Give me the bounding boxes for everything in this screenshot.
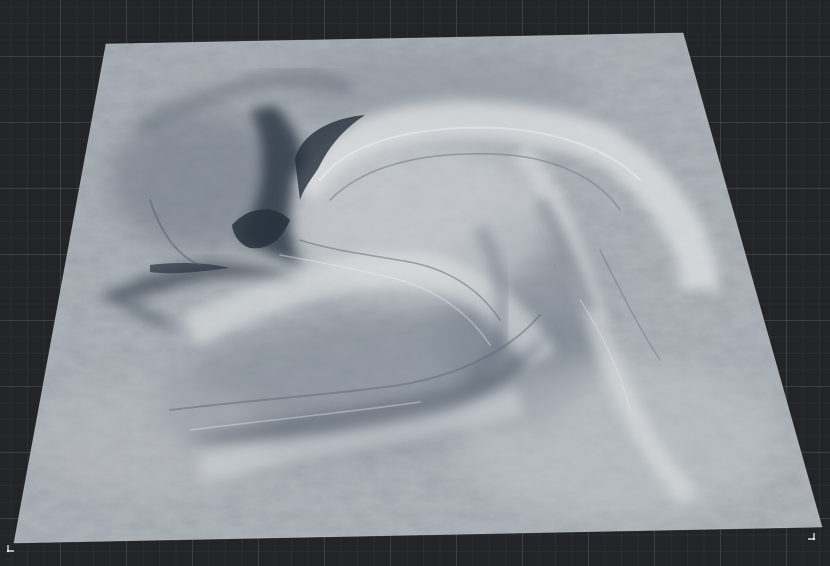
terrain-heightmap-mesh[interactable] <box>0 0 830 566</box>
corner-marker-icon[interactable] <box>6 543 16 553</box>
3d-viewport[interactable] <box>0 0 830 566</box>
corner-marker-icon[interactable] <box>806 531 816 541</box>
